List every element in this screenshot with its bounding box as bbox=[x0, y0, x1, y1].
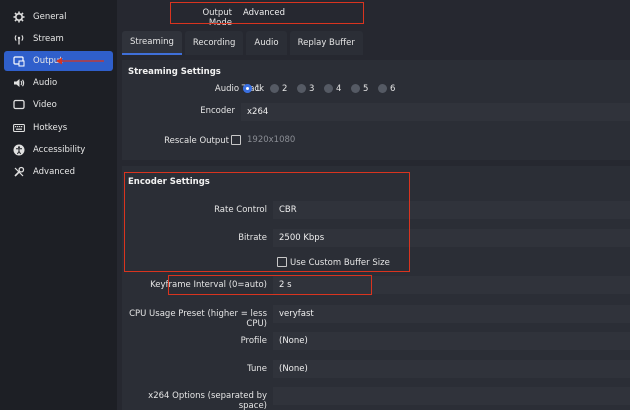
tab-label: Replay Buffer bbox=[298, 38, 355, 48]
output-icon bbox=[12, 54, 26, 68]
sidebar-item-general[interactable]: General bbox=[4, 7, 113, 27]
cpu-preset-select[interactable]: veryfast bbox=[273, 305, 630, 323]
tune-value: (None) bbox=[279, 364, 308, 374]
section-title: Encoder Settings bbox=[128, 177, 210, 187]
cpu-preset-label: CPU Usage Preset (higher = less CPU) bbox=[122, 309, 267, 329]
rescale-output-select[interactable]: 1920x1080 bbox=[241, 131, 630, 149]
streaming-settings-section: Streaming Settings Audio Track 1 2 3 4 5… bbox=[122, 60, 630, 160]
output-tabs: Streaming Recording Audio Replay Buffer bbox=[122, 31, 363, 55]
sidebar-item-label: Advanced bbox=[33, 167, 75, 177]
rescale-output-value: 1920x1080 bbox=[247, 135, 295, 145]
encoder-value: x264 bbox=[247, 107, 268, 117]
x264-options-input[interactable] bbox=[273, 387, 630, 405]
audio-track-radio-label: 3 bbox=[309, 84, 314, 94]
annotation-arrow bbox=[56, 56, 106, 66]
output-settings-panel: Output Mode Advanced Streaming Recording… bbox=[117, 0, 630, 410]
tab-label: Streaming bbox=[130, 37, 174, 47]
custom-buffer-checkbox[interactable] bbox=[277, 257, 287, 267]
rate-control-label: Rate Control bbox=[142, 205, 267, 215]
audio-track-radio-5[interactable] bbox=[351, 84, 360, 93]
sidebar-item-advanced[interactable]: Advanced bbox=[4, 162, 113, 182]
sidebar-item-stream[interactable]: Stream bbox=[4, 29, 113, 49]
speaker-icon bbox=[12, 76, 26, 90]
profile-select[interactable]: (None) bbox=[273, 332, 630, 350]
audio-track-radio-6[interactable] bbox=[378, 84, 387, 93]
keyframe-interval-label: Keyframe Interval (0=auto) bbox=[122, 280, 267, 290]
bitrate-value: 2500 Kbps bbox=[279, 233, 324, 243]
sidebar-item-accessibility[interactable]: Accessibility bbox=[4, 140, 113, 160]
tab-label: Recording bbox=[193, 38, 236, 48]
rescale-output-label: Rescale Output bbox=[142, 136, 229, 146]
sidebar-item-label: Audio bbox=[33, 78, 57, 88]
keyframe-interval-spinbox[interactable]: 2 s bbox=[273, 276, 630, 294]
antenna-icon bbox=[12, 32, 26, 46]
sidebar-item-label: Stream bbox=[33, 34, 64, 44]
monitor-icon bbox=[12, 98, 26, 112]
sidebar-item-audio[interactable]: Audio bbox=[4, 73, 113, 93]
bitrate-label: Bitrate bbox=[142, 233, 267, 243]
audio-track-radio-4[interactable] bbox=[324, 84, 333, 93]
sidebar-item-video[interactable]: Video bbox=[4, 95, 113, 115]
bitrate-spinbox[interactable]: 2500 Kbps bbox=[273, 229, 630, 247]
output-mode-select[interactable]: Advanced bbox=[237, 4, 630, 22]
audio-track-radio-label: 5 bbox=[363, 84, 368, 94]
rate-control-select[interactable]: CBR bbox=[273, 201, 630, 219]
wrench-icon bbox=[12, 165, 26, 179]
cpu-preset-value: veryfast bbox=[279, 309, 314, 319]
audio-track-radio-label: 6 bbox=[390, 84, 395, 94]
sidebar-item-label: General bbox=[33, 12, 67, 22]
encoder-label: Encoder bbox=[142, 106, 235, 116]
tab-replay-buffer[interactable]: Replay Buffer bbox=[290, 31, 363, 55]
rescale-output-checkbox[interactable] bbox=[231, 135, 241, 145]
x264-options-label: x264 Options (separated by space) bbox=[122, 391, 267, 410]
sidebar-item-hotkeys[interactable]: Hotkeys bbox=[4, 118, 113, 138]
audio-track-radio-3[interactable] bbox=[297, 84, 306, 93]
tune-label: Tune bbox=[142, 364, 267, 374]
section-title: Streaming Settings bbox=[128, 67, 221, 77]
rate-control-value: CBR bbox=[279, 205, 297, 215]
audio-track-radio-1[interactable] bbox=[243, 84, 252, 93]
output-mode-value: Advanced bbox=[243, 8, 285, 18]
audio-track-radio-2[interactable] bbox=[270, 84, 279, 93]
tab-label: Audio bbox=[254, 38, 278, 48]
output-mode-label: Output Mode bbox=[177, 8, 232, 28]
custom-buffer-label: Use Custom Buffer Size bbox=[290, 258, 390, 268]
audio-track-radio-label: 2 bbox=[282, 84, 287, 94]
tune-select[interactable]: (None) bbox=[273, 360, 630, 378]
accessibility-icon bbox=[12, 143, 26, 157]
tab-streaming[interactable]: Streaming bbox=[122, 31, 182, 55]
tab-recording[interactable]: Recording bbox=[185, 31, 244, 55]
profile-label: Profile bbox=[142, 336, 267, 346]
audio-track-radio-label: 4 bbox=[336, 84, 341, 94]
profile-value: (None) bbox=[279, 336, 308, 346]
encoder-select[interactable]: x264 bbox=[241, 103, 630, 121]
sidebar-item-label: Video bbox=[33, 100, 57, 110]
audio-track-radio-label: 1 bbox=[255, 84, 260, 94]
keyframe-interval-value: 2 s bbox=[279, 280, 292, 290]
gear-icon bbox=[12, 10, 26, 24]
sidebar-item-label: Hotkeys bbox=[33, 123, 67, 133]
tab-audio[interactable]: Audio bbox=[246, 31, 286, 55]
keyboard-icon bbox=[12, 121, 26, 135]
sidebar-item-label: Accessibility bbox=[33, 145, 85, 155]
encoder-settings-section: Encoder Settings Rate Control CBR Bitrat… bbox=[122, 166, 630, 410]
